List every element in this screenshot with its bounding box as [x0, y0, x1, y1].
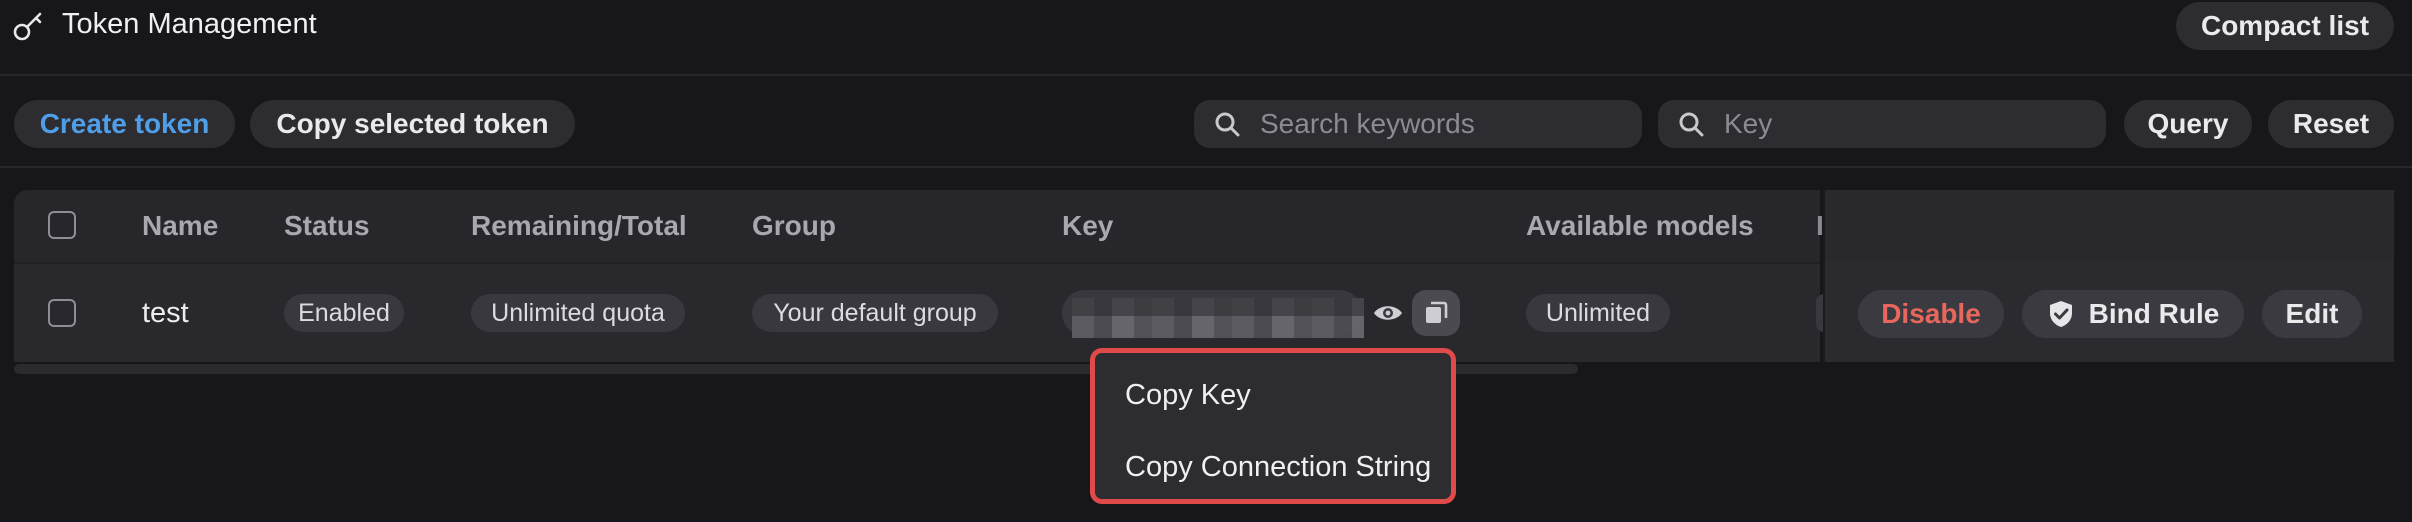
- search-icon: [1215, 112, 1240, 137]
- column-header-name[interactable]: Name: [142, 210, 218, 242]
- copy-icon: [1426, 301, 1448, 323]
- select-all-checkbox[interactable]: [48, 211, 76, 239]
- copy-selected-token-button[interactable]: Copy selected token: [250, 100, 575, 148]
- actions-column-header: [1824, 190, 2394, 262]
- search-icon: [1679, 112, 1704, 137]
- key-icon: [13, 12, 42, 41]
- status-badge: Enabled: [284, 294, 404, 332]
- search-keywords-field[interactable]: [1194, 100, 1642, 148]
- compact-list-button[interactable]: Compact list: [2176, 2, 2394, 50]
- actions-column-divider: [1823, 190, 1825, 362]
- column-header-group[interactable]: Group: [752, 210, 836, 242]
- key-search-input[interactable]: [1722, 107, 2066, 141]
- row-checkbox[interactable]: [48, 299, 76, 327]
- column-header-available-models[interactable]: Available models: [1526, 210, 1754, 242]
- search-keywords-input[interactable]: [1258, 107, 1602, 141]
- column-header-remaining-total[interactable]: Remaining/Total: [471, 210, 687, 242]
- quota-tag: Unlimited quota: [471, 294, 685, 332]
- page-title: Token Management: [62, 8, 317, 40]
- bind-rule-button[interactable]: Bind Rule: [2022, 290, 2244, 338]
- query-button[interactable]: Query: [2124, 100, 2252, 148]
- models-tag: Unlimited: [1526, 294, 1670, 332]
- bind-rule-label: Bind Rule: [2088, 298, 2220, 329]
- disable-button[interactable]: Disable: [1858, 290, 2004, 338]
- menu-item-copy-key[interactable]: Copy Key: [1125, 379, 1251, 412]
- token-name: test: [142, 297, 189, 329]
- eye-icon[interactable]: [1372, 301, 1404, 325]
- copy-key-button[interactable]: [1412, 290, 1460, 336]
- column-header-status[interactable]: Status: [284, 210, 370, 242]
- masked-key-overlay: [1072, 298, 1364, 316]
- menu-item-copy-connection-string[interactable]: Copy Connection String: [1125, 451, 1431, 484]
- toolbar-divider: [0, 166, 2412, 168]
- copy-dropdown-menu: Copy Key Copy Connection String: [1090, 348, 1456, 504]
- create-token-button[interactable]: Create token: [14, 100, 235, 148]
- edit-button[interactable]: Edit: [2262, 290, 2362, 338]
- reset-button[interactable]: Reset: [2268, 100, 2394, 148]
- key-search-field[interactable]: [1658, 100, 2106, 148]
- group-tag: Your default group: [752, 294, 998, 332]
- shield-check-icon: [2049, 301, 2072, 327]
- header-divider: [0, 74, 2412, 76]
- column-header-key[interactable]: Key: [1062, 210, 1113, 242]
